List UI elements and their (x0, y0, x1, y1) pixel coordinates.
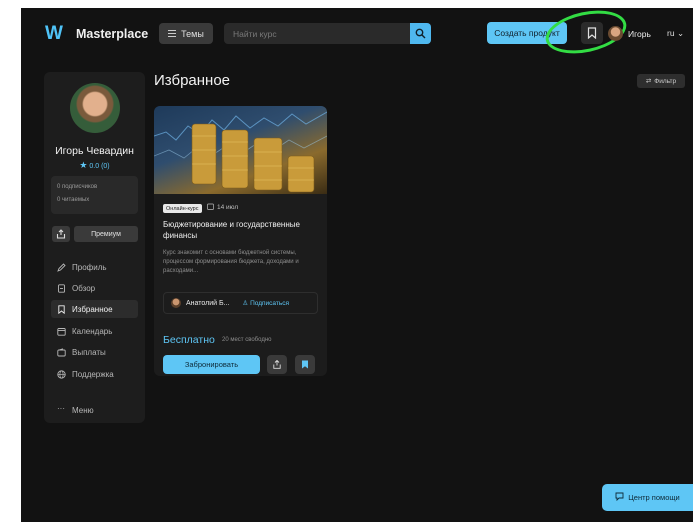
calendar-icon (57, 327, 66, 336)
sidebar-item-overview[interactable]: Обзор (51, 279, 138, 297)
logo-text[interactable]: Masterplace (76, 27, 148, 41)
card-bookmark-button[interactable] (295, 355, 315, 374)
subscribe-label: Подписаться (250, 300, 290, 307)
author-box: Анатолий Б... ♙ Подписаться (163, 292, 318, 314)
sidebar-item-label: Выплаты (72, 347, 106, 357)
course-date-text: 14 июл (217, 204, 239, 211)
subscribers-count: 0 подписчиков (57, 184, 98, 190)
user-menu[interactable]: Игорь (608, 23, 660, 44)
course-price: Бесплатно (163, 334, 215, 346)
search-icon (415, 28, 426, 39)
sidebar-item-label: Профиль (72, 262, 107, 272)
language-selector[interactable]: ru ⌄ (667, 28, 684, 39)
profile-sidebar: Игорь Чевардин ★ 0.0 (0) 0 подписчиков 0… (44, 72, 145, 423)
chevron-down-icon: ⌄ (676, 28, 685, 38)
premium-button[interactable]: Премиум (74, 226, 138, 242)
bookmark-icon (57, 304, 66, 314)
sidebar-item-label: Меню (72, 405, 94, 415)
share-button[interactable] (52, 226, 70, 242)
top-bar: W Masterplace Темы Создать продукт Игорь… (21, 8, 693, 61)
sidebar-item-support[interactable]: Поддержка (51, 365, 138, 383)
author-name[interactable]: Анатолий Б... (186, 300, 229, 307)
sidebar-item-menu[interactable]: ··· Меню (51, 401, 138, 419)
filter-button[interactable]: ⇄ Фильтр (637, 74, 685, 88)
help-center-button[interactable]: Центр помощи (602, 484, 693, 511)
course-type-badge: Онлайн-курс (163, 204, 202, 213)
seats-available: 20 мест свободно (222, 337, 272, 343)
book-button[interactable]: Забронировать (163, 355, 260, 374)
user-name: Игорь (628, 28, 651, 39)
star-icon: ★ (79, 160, 88, 170)
course-card[interactable]: Онлайн-курс 14 июл Бюджетирование и госу… (154, 106, 327, 376)
sidebar-item-payouts[interactable]: Выплаты (51, 343, 138, 361)
share-icon (56, 229, 66, 239)
document-icon (57, 283, 66, 293)
calendar-icon (207, 203, 214, 212)
sidebar-item-profile[interactable]: Профиль (51, 258, 138, 276)
bookmark-icon (302, 360, 308, 369)
sidebar-item-favorites[interactable]: Избранное (51, 300, 138, 318)
readers-count: 0 читаемых (57, 197, 90, 203)
language-label: ru (667, 28, 675, 38)
user-plus-icon: ♙ (242, 300, 249, 307)
pencil-icon (57, 262, 66, 272)
rating: ★ 0.0 (0) (44, 160, 145, 171)
profile-name: Игорь Чевардин (55, 145, 134, 157)
page-title: Избранное (154, 72, 231, 89)
profile-avatar (70, 83, 120, 133)
course-date: 14 июл (207, 203, 238, 212)
author-avatar (171, 298, 181, 308)
course-title[interactable]: Бюджетирование и государственные финансы (163, 219, 321, 241)
search-input[interactable] (224, 23, 410, 44)
share-icon (273, 360, 281, 369)
rating-value: 0.0 (0) (89, 163, 110, 170)
stats-box: 0 подписчиков 0 читаемых (51, 176, 138, 214)
search-button[interactable] (410, 23, 431, 44)
wallet-icon (57, 347, 66, 357)
dots-icon: ··· (57, 403, 65, 413)
chat-icon (615, 492, 624, 503)
filter-label: Фильтр (654, 77, 677, 85)
globe-icon (57, 369, 66, 379)
sidebar-item-calendar[interactable]: Календарь (51, 322, 138, 340)
logo-icon[interactable]: W (45, 23, 63, 45)
course-image (154, 106, 327, 194)
subscribe-link[interactable]: ♙ Подписаться (242, 299, 289, 307)
help-center-label: Центр помощи (628, 493, 680, 502)
sidebar-item-label: Избранное (72, 304, 113, 314)
menu-icon (168, 30, 177, 37)
filter-icon: ⇄ (645, 78, 652, 85)
avatar (608, 26, 623, 41)
sidebar-item-label: Поддержка (72, 369, 114, 379)
themes-label: Темы (181, 28, 204, 39)
sidebar-item-label: Обзор (72, 283, 96, 293)
course-description: Курс знакомит с основами бюджетной систе… (163, 250, 299, 274)
sidebar-item-label: Календарь (72, 326, 113, 336)
card-share-button[interactable] (267, 355, 287, 374)
themes-button[interactable]: Темы (159, 23, 213, 44)
app-screen: W Masterplace Темы Создать продукт Игорь… (21, 8, 693, 522)
